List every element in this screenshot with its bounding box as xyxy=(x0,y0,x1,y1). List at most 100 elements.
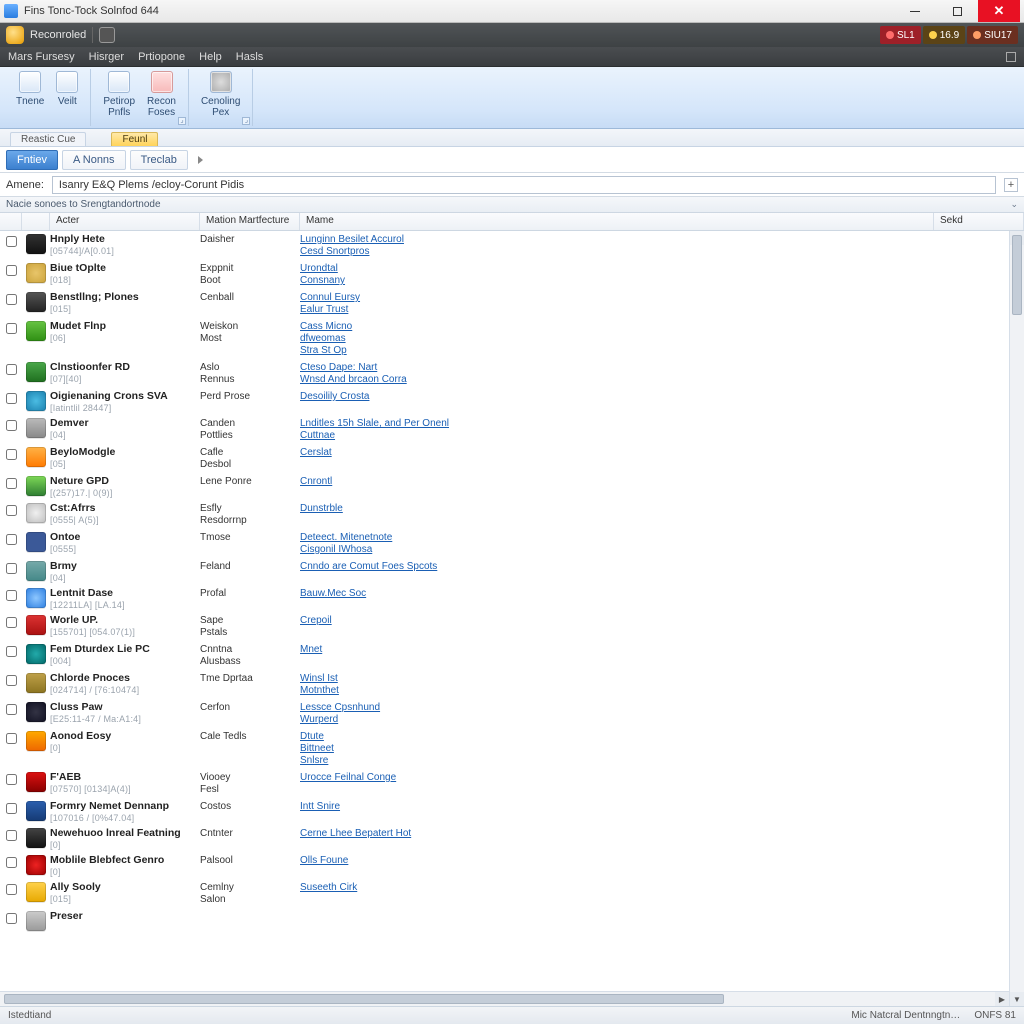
close-button[interactable]: ✕ xyxy=(978,0,1020,22)
link[interactable]: Motnthet xyxy=(300,685,1009,697)
row-checkbox[interactable] xyxy=(6,449,17,460)
vertical-scrollbar[interactable]: ▲ ▼ xyxy=(1009,231,1024,1006)
status-badge[interactable]: SL1 xyxy=(880,26,921,44)
table-row[interactable]: Neture GPD [(257)17.| 0(9)] Lene Ponre C… xyxy=(0,473,1009,500)
link[interactable]: Stra St Op xyxy=(300,345,1009,357)
row-checkbox[interactable] xyxy=(6,704,17,715)
link[interactable]: Ealur Trust xyxy=(300,304,1009,316)
table-row[interactable]: Cluss Paw [E25:11-47 / Ma:A1:4] Cerfon L… xyxy=(0,699,1009,728)
row-checkbox[interactable] xyxy=(6,590,17,601)
link[interactable]: Cisgonil IWhosa xyxy=(300,544,1009,556)
table-row[interactable]: Mudet Flnp [06] WeiskonMost Cass Micnodf… xyxy=(0,318,1009,359)
row-checkbox[interactable] xyxy=(6,236,17,247)
row-checkbox[interactable] xyxy=(6,393,17,404)
table-row[interactable]: Preser xyxy=(0,908,1009,933)
table-row[interactable]: Moblile Blebfect Genro [0] Palsool Olls … xyxy=(0,852,1009,879)
link[interactable]: Bittneet xyxy=(300,743,1009,755)
scroll-right-icon[interactable]: ▶ xyxy=(995,992,1009,1006)
maximize-button[interactable] xyxy=(936,0,978,22)
row-checkbox[interactable] xyxy=(6,364,17,375)
link[interactable]: Cnrontl xyxy=(300,476,1009,488)
table-row[interactable]: Formry Nemet Dennanp [107016 / [0%47.04]… xyxy=(0,798,1009,825)
table-row[interactable]: Biue tOplte [018] ExppnitBoot UrondtalCo… xyxy=(0,260,1009,289)
row-checkbox[interactable] xyxy=(6,675,17,686)
address-add-button[interactable]: + xyxy=(1004,178,1018,192)
link[interactable]: Deteect. Mitenetnote xyxy=(300,532,1009,544)
ribbon-button-config[interactable]: CenolingPex xyxy=(195,69,246,126)
link[interactable]: Cteso Dape: Nart xyxy=(300,362,1009,374)
link[interactable]: Cuttnae xyxy=(300,430,1009,442)
ribbon-button-visit[interactable]: Veilt xyxy=(50,69,84,126)
col-select[interactable]: Sekd xyxy=(934,213,1024,230)
row-checkbox[interactable] xyxy=(6,478,17,489)
group-expand-icon[interactable]: ⌟ xyxy=(242,117,250,125)
table-row[interactable]: Aonod Eosy [0] Cale Tedls DtuteBittneetS… xyxy=(0,728,1009,769)
table-row[interactable]: Cst:Afrrs [0555| A(5)] EsflyResdorrnp Du… xyxy=(0,500,1009,529)
table-row[interactable]: Brmy [04] Feland Cnndo are Comut Foes Sp… xyxy=(0,558,1009,585)
link[interactable]: Intt Snire xyxy=(300,801,1009,813)
link[interactable]: Crepoil xyxy=(300,615,1009,627)
link[interactable]: Desoilily Crosta xyxy=(300,391,1009,403)
link[interactable]: Wnsd And brcaon Corra xyxy=(300,374,1009,386)
link[interactable]: Lnditles 15h Slale, and Per Onenl xyxy=(300,418,1009,430)
doc-tab[interactable]: Reastic Cue xyxy=(10,132,86,146)
table-row[interactable]: F'AEB [07570] [0134]A(4)] ViooeyFesl Uro… xyxy=(0,769,1009,798)
table-row[interactable]: Clnstioonfer RD [07][40] AsloRennus Ctes… xyxy=(0,359,1009,388)
table-row[interactable]: Oigienaning Crons SVA [Iatintlil 28447] … xyxy=(0,388,1009,415)
menu-item[interactable]: Hasls xyxy=(236,51,264,63)
group-expand-icon[interactable]: ⌟ xyxy=(178,117,186,125)
table-row[interactable]: Ontoe [0555] Tmose Deteect. MitenetnoteC… xyxy=(0,529,1009,558)
link[interactable]: Urondtal xyxy=(300,263,1009,275)
subtab[interactable]: Treclab xyxy=(130,150,188,170)
row-checkbox[interactable] xyxy=(6,294,17,305)
minimize-button[interactable] xyxy=(894,0,936,22)
link[interactable]: Dtute xyxy=(300,731,1009,743)
row-checkbox[interactable] xyxy=(6,913,17,924)
table-row[interactable]: Demver [04] CandenPottlies Lnditles 15h … xyxy=(0,415,1009,444)
row-checkbox[interactable] xyxy=(6,830,17,841)
menu-item[interactable]: Mars Fursesy xyxy=(8,51,75,63)
col-manufacturer[interactable]: Mation Martfecture xyxy=(200,213,300,230)
link[interactable]: Wurperd xyxy=(300,714,1009,726)
link[interactable]: Cerne Lhee Bepatert Hot xyxy=(300,828,1009,840)
row-checkbox[interactable] xyxy=(6,563,17,574)
table-row[interactable]: Worle UP. [155701] [054.07(1)] SapePstal… xyxy=(0,612,1009,641)
link[interactable]: Mnet xyxy=(300,644,1009,656)
subtab-primary[interactable]: Fntiev xyxy=(6,150,58,170)
link[interactable]: Bauw.Mec Soc xyxy=(300,588,1009,600)
table-row[interactable]: Fem Dturdex Lie PC [004] CnntnaAlusbass … xyxy=(0,641,1009,670)
row-checkbox[interactable] xyxy=(6,420,17,431)
row-checkbox[interactable] xyxy=(6,534,17,545)
table-row[interactable]: Newehuoo lnreal Featning [0] Cntnter Cer… xyxy=(0,825,1009,852)
scroll-thumb[interactable] xyxy=(1012,235,1022,315)
row-checkbox[interactable] xyxy=(6,646,17,657)
address-field[interactable]: Isanry E&Q Plems /ecloy-Corunt Pidis xyxy=(52,176,996,194)
settings-icon[interactable] xyxy=(99,27,115,43)
link[interactable]: Cnndo are Comut Foes Spcots xyxy=(300,561,1009,573)
link[interactable]: Lessce Cpsnhund xyxy=(300,702,1009,714)
chevron-icon[interactable]: ⌄ xyxy=(1010,199,1018,210)
row-checkbox[interactable] xyxy=(6,733,17,744)
menu-icon[interactable] xyxy=(1006,52,1016,62)
row-checkbox[interactable] xyxy=(6,617,17,628)
col-more[interactable]: Mame xyxy=(300,213,934,230)
ribbon-button-recon[interactable]: ReconFoses xyxy=(141,69,182,126)
link[interactable]: Olls Foune xyxy=(300,855,1009,867)
row-checkbox[interactable] xyxy=(6,803,17,814)
link[interactable]: Urocce Feilnal Conge xyxy=(300,772,1009,784)
link[interactable]: Consnany xyxy=(300,275,1009,287)
col-checkbox[interactable] xyxy=(0,213,22,230)
link[interactable]: Dunstrble xyxy=(300,503,1009,515)
link[interactable]: Cass Micno xyxy=(300,321,1009,333)
col-name[interactable]: Acter xyxy=(50,213,200,230)
link[interactable]: Connul Eursy xyxy=(300,292,1009,304)
scroll-thumb[interactable] xyxy=(4,994,724,1004)
link[interactable]: Cerslat xyxy=(300,447,1009,459)
menu-item[interactable]: Prtiopone xyxy=(138,51,185,63)
row-checkbox[interactable] xyxy=(6,857,17,868)
table-row[interactable]: BeyloModgle [05] CafleDesbol Cerslat xyxy=(0,444,1009,473)
link[interactable]: dfweomas xyxy=(300,333,1009,345)
row-checkbox[interactable] xyxy=(6,265,17,276)
table-row[interactable]: Benstllng; Plones [015] Cenball Connul E… xyxy=(0,289,1009,318)
row-checkbox[interactable] xyxy=(6,774,17,785)
